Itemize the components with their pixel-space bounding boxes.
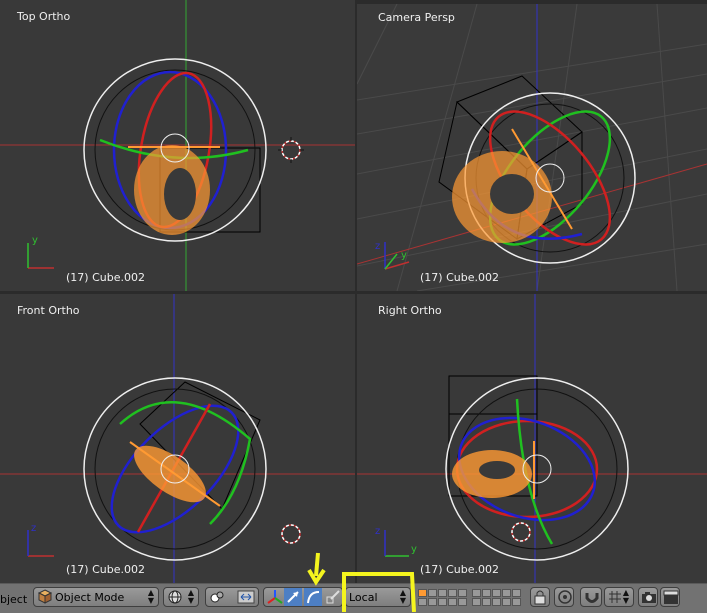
annotation-arrow xyxy=(314,552,320,577)
annotation-box xyxy=(342,572,416,612)
annotation-overlay xyxy=(307,552,416,612)
